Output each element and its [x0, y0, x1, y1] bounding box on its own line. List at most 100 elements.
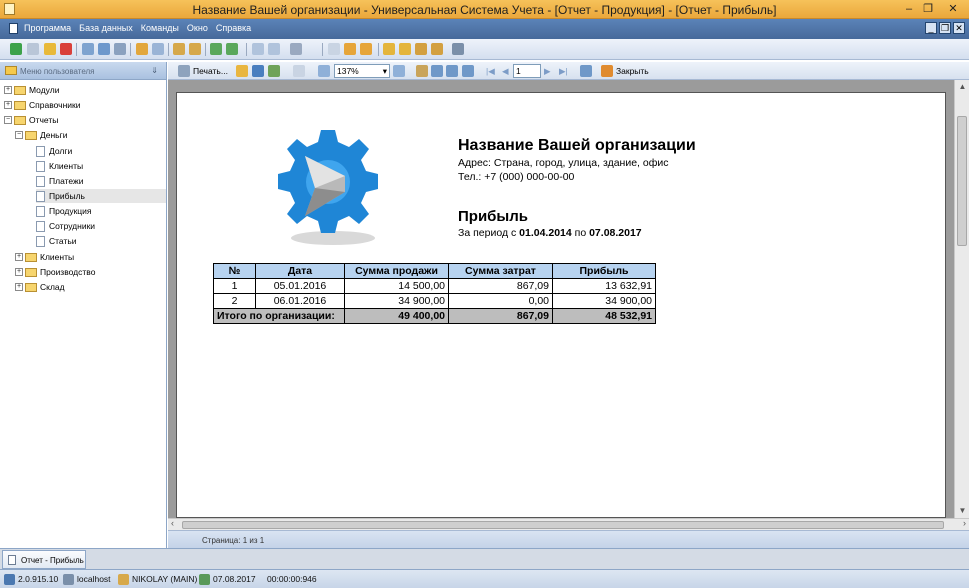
settings-icon[interactable]	[344, 43, 356, 55]
tree-leaf-articles[interactable]: Статьи	[36, 234, 166, 248]
open-icon[interactable]	[236, 65, 248, 77]
zoom-out-icon[interactable]	[393, 65, 405, 77]
export-icon[interactable]	[268, 65, 280, 77]
folder-icon	[14, 101, 26, 110]
expand-icon[interactable]: +	[15, 283, 23, 291]
find-icon[interactable]	[580, 65, 592, 77]
collapse-icon[interactable]: −	[15, 131, 23, 139]
menu-help[interactable]: Справка	[216, 23, 251, 33]
user-icon	[118, 574, 129, 585]
profit-table: № Дата Сумма продажи Сумма затрат Прибыл…	[213, 263, 656, 324]
search-icon[interactable]	[82, 43, 94, 55]
last-page-button[interactable]: ▶|	[559, 66, 568, 77]
mdi-minimize-button[interactable]: _	[925, 22, 937, 34]
mdi-close-button[interactable]: ✕	[953, 22, 965, 34]
find-next-icon[interactable]	[98, 43, 110, 55]
folder-icon	[25, 268, 37, 277]
user-menu-title: Меню пользователя	[20, 67, 95, 76]
tree-node-label: Отчеты	[29, 115, 59, 125]
scroll-down-icon[interactable]: ▼	[955, 504, 969, 518]
folder-icon	[14, 86, 26, 95]
close-button[interactable]: ✕	[945, 2, 961, 16]
tools-icon[interactable]	[226, 43, 238, 55]
sort-desc-icon[interactable]	[189, 43, 201, 55]
toolbar-separator	[76, 43, 77, 56]
edit-icon[interactable]	[44, 43, 56, 55]
full-screen-icon[interactable]	[462, 65, 474, 77]
report-viewport[interactable]: Название Вашей организации Адрес: Страна…	[168, 80, 969, 518]
export-icon[interactable]	[136, 43, 148, 55]
print-setup-icon[interactable]	[290, 43, 302, 55]
tile-icon[interactable]	[268, 43, 280, 55]
tab-profit-report[interactable]: Отчет - Прибыль	[2, 550, 86, 569]
mdi-restore-button[interactable]: ❐	[939, 22, 951, 34]
collapse-icon[interactable]: −	[4, 116, 12, 124]
vertical-scroll-thumb[interactable]	[957, 116, 967, 246]
scroll-right-icon[interactable]: ›	[963, 518, 966, 528]
scroll-left-icon[interactable]: ‹	[171, 518, 174, 528]
sort-asc-icon[interactable]	[173, 43, 185, 55]
next-page-button[interactable]: ▶	[544, 66, 551, 77]
preview-toolbar: Печать... 137% ▾ |◀ ◀ 1 ▶ ▶| Закрыть	[168, 62, 969, 80]
comment-icon[interactable]	[152, 43, 164, 55]
tree-node-label: Продукция	[49, 206, 92, 216]
report-page-icon	[36, 191, 45, 202]
chevron-down-icon[interactable]: ▾	[383, 65, 387, 77]
two-pages-icon[interactable]	[431, 65, 443, 77]
print-button[interactable]: Печать...	[193, 66, 228, 76]
close-preview-icon[interactable]	[601, 65, 613, 77]
add-icon[interactable]	[10, 43, 22, 55]
menu-program[interactable]: Программа	[24, 23, 71, 33]
expand-icon[interactable]: +	[4, 86, 12, 94]
tree-leaf-employees[interactable]: Сотрудники	[36, 219, 166, 233]
zoom-select[interactable]: 137% ▾	[334, 64, 390, 78]
menu-commands[interactable]: Команды	[141, 23, 179, 33]
database-icon[interactable]	[452, 43, 464, 55]
multi-page-icon[interactable]	[446, 65, 458, 77]
delete-icon[interactable]	[60, 43, 72, 55]
menu-database[interactable]: База данных	[79, 23, 133, 33]
expand-icon[interactable]: +	[4, 101, 12, 109]
tree-leaf-payments[interactable]: Платежи	[36, 174, 166, 188]
menu-window[interactable]: Окно	[187, 23, 208, 33]
vertical-scrollbar[interactable]: ▲ ▼	[954, 80, 969, 518]
refresh-icon[interactable]	[210, 43, 222, 55]
scroll-up-icon[interactable]: ▲	[955, 80, 969, 94]
backup-icon[interactable]	[415, 43, 427, 55]
previous-page-button[interactable]: ◀	[502, 66, 509, 77]
restore-button[interactable]: ❐	[920, 2, 936, 16]
copy-icon[interactable]	[27, 43, 39, 55]
total-profit: 48 532,91	[552, 308, 656, 324]
page-number-input[interactable]: 1	[513, 64, 541, 78]
users-icon[interactable]	[360, 43, 372, 55]
tree-node-label: Производство	[40, 267, 96, 277]
pin-icon[interactable]: ⇓	[151, 66, 158, 75]
page-setup-icon[interactable]	[293, 65, 305, 77]
total-label: Итого по организации:	[213, 308, 345, 324]
period-to: 07.08.2017	[589, 227, 642, 239]
horizontal-scrollbar[interactable]: ‹ ›	[168, 518, 969, 530]
printer-icon[interactable]	[178, 65, 190, 77]
tree-leaf-clients[interactable]: Клиенты	[36, 159, 166, 173]
report-page-icon	[36, 206, 45, 217]
filter-icon[interactable]	[114, 43, 126, 55]
expand-icon[interactable]: +	[15, 268, 23, 276]
tree-leaf-profit[interactable]: Прибыль	[36, 189, 166, 203]
horizontal-scroll-thumb[interactable]	[182, 521, 944, 529]
zoom-in-icon[interactable]	[318, 65, 330, 77]
tree-leaf-products[interactable]: Продукция	[36, 204, 166, 218]
cut-icon[interactable]	[328, 43, 340, 55]
minimize-button[interactable]: –	[901, 2, 917, 16]
lock-icon[interactable]	[383, 43, 395, 55]
first-page-button[interactable]: |◀	[486, 66, 495, 77]
tree-node-label: Долги	[49, 146, 73, 156]
restore-icon[interactable]	[431, 43, 443, 55]
key-icon[interactable]	[399, 43, 411, 55]
window-icon[interactable]	[252, 43, 264, 55]
expand-icon[interactable]: +	[15, 253, 23, 261]
tree-leaf-debts[interactable]: Долги	[36, 144, 166, 158]
one-page-icon[interactable]	[416, 65, 428, 77]
tree-node-label: Платежи	[49, 176, 84, 186]
close-preview-button[interactable]: Закрыть	[616, 66, 649, 76]
save-icon[interactable]	[252, 65, 264, 77]
